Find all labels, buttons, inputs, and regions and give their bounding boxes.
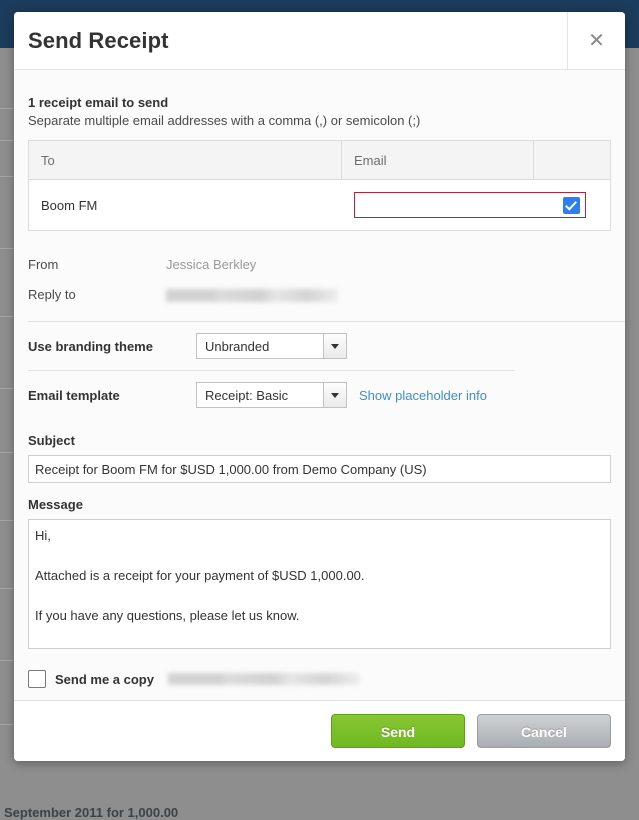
table-header-row: To Email [28,140,611,180]
email-template-label: Email template [28,387,120,403]
reply-to-row: Reply to [28,279,611,309]
receipt-count-label: 1 receipt email to send [28,95,169,110]
recipient-hint-label: Separate multiple email addresses with a… [28,113,421,128]
chevron-down-icon [323,383,346,407]
chevron-down-icon [323,334,346,358]
email-template-select[interactable]: Receipt: Basic [196,382,347,408]
page-title: Send Receipt [28,27,169,53]
column-header-email: Email [341,140,534,180]
send-copy-row: Send me a copy [28,654,611,700]
send-copy-checkbox[interactable] [28,670,46,688]
table-row: Boom FM [28,179,611,231]
recipient-email-input[interactable] [353,192,586,218]
from-value: Jessica Berkley [166,256,257,272]
branding-theme-select[interactable]: Unbranded [196,333,347,359]
send-receipt-dialog: Send Receipt ✕ 1 receipt email to send S… [14,12,625,761]
dialog-header: Send Receipt ✕ [14,12,625,70]
message-label: Message [28,497,83,512]
email-template-row: Email template Receipt: Basic Show place… [28,371,611,419]
send-copy-label: Send me a copy [55,671,154,687]
close-icon[interactable]: ✕ [567,12,625,69]
send-button[interactable]: Send [331,714,465,748]
redacted-email [166,288,338,302]
dialog-footer: Send Cancel [14,700,625,761]
subject-label: Subject [28,433,75,448]
sender-info-block: From Jessica Berkley Reply to [28,231,611,321]
subject-input[interactable] [28,455,611,483]
column-header-select [533,140,611,180]
show-placeholder-info-link[interactable]: Show placeholder info [359,388,487,403]
from-row: From Jessica Berkley [28,249,611,279]
reply-to-label: Reply to [28,286,76,302]
recipient-checkbox[interactable] [563,196,581,214]
branding-theme-label: Use branding theme [28,338,153,354]
recipients-table: To Email Boom FM [28,140,611,231]
message-textarea[interactable]: Hi, Attached is a receipt for your payme… [28,519,611,649]
reply-to-value [166,286,338,302]
branding-theme-value: Unbranded [205,338,270,354]
backdrop-right-strip [625,48,639,817]
email-template-value: Receipt: Basic [205,387,289,403]
cancel-button[interactable]: Cancel [477,714,611,748]
redacted-email [167,673,360,685]
branding-theme-row: Use branding theme Unbranded [28,322,611,370]
recipient-name: Boom FM [28,179,342,231]
dialog-body: 1 receipt email to send Separate multipl… [14,70,625,700]
backdrop-ghost-text: September 2011 for 1,000.00 [4,805,179,820]
from-label: From [28,256,59,272]
recipient-email-cell [341,179,586,231]
column-header-to: To [28,140,342,180]
